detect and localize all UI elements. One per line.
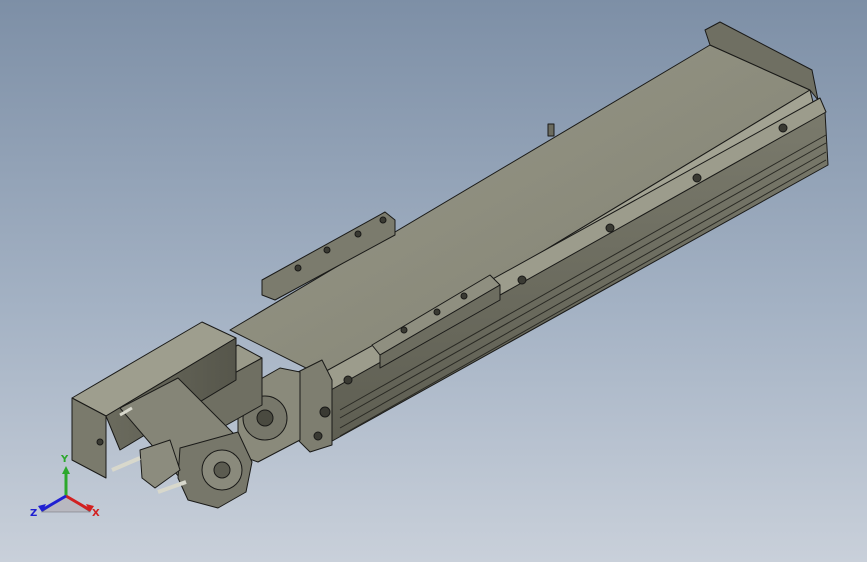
slider-hole-3 bbox=[460, 292, 468, 300]
slider-hole-2 bbox=[433, 308, 441, 316]
rear-tab bbox=[547, 123, 555, 137]
motor-end-hub bbox=[213, 461, 231, 479]
base-hole-5 bbox=[778, 123, 788, 133]
linear-module-model[interactable] bbox=[71, 21, 829, 509]
y-axis-arrow bbox=[62, 466, 70, 474]
x-axis-label: X bbox=[92, 508, 100, 519]
base-hole-3 bbox=[605, 223, 615, 233]
triad-base bbox=[41, 495, 91, 513]
base-hole-4 bbox=[692, 173, 702, 183]
y-axis-label: Y bbox=[60, 454, 69, 465]
motor-housing-screw bbox=[96, 438, 104, 446]
end-block-hole-1 bbox=[319, 406, 331, 418]
flange-bore-inner bbox=[256, 409, 274, 427]
rear-bracket-hole-1 bbox=[294, 264, 302, 272]
rear-bracket-hole-4 bbox=[379, 216, 387, 224]
z-axis-label: Z bbox=[30, 508, 37, 519]
base-hole-1 bbox=[343, 375, 353, 385]
rear-bracket-hole-3 bbox=[354, 230, 362, 238]
end-block-hole-2 bbox=[313, 431, 323, 441]
cable-pin-1 bbox=[111, 456, 141, 472]
coordinate-triad: Y X Z bbox=[30, 454, 100, 519]
cad-viewport[interactable] bbox=[0, 0, 867, 562]
slider-hole-1 bbox=[400, 326, 408, 334]
base-hole-2 bbox=[517, 275, 527, 285]
rear-bracket-hole-2 bbox=[323, 246, 331, 254]
